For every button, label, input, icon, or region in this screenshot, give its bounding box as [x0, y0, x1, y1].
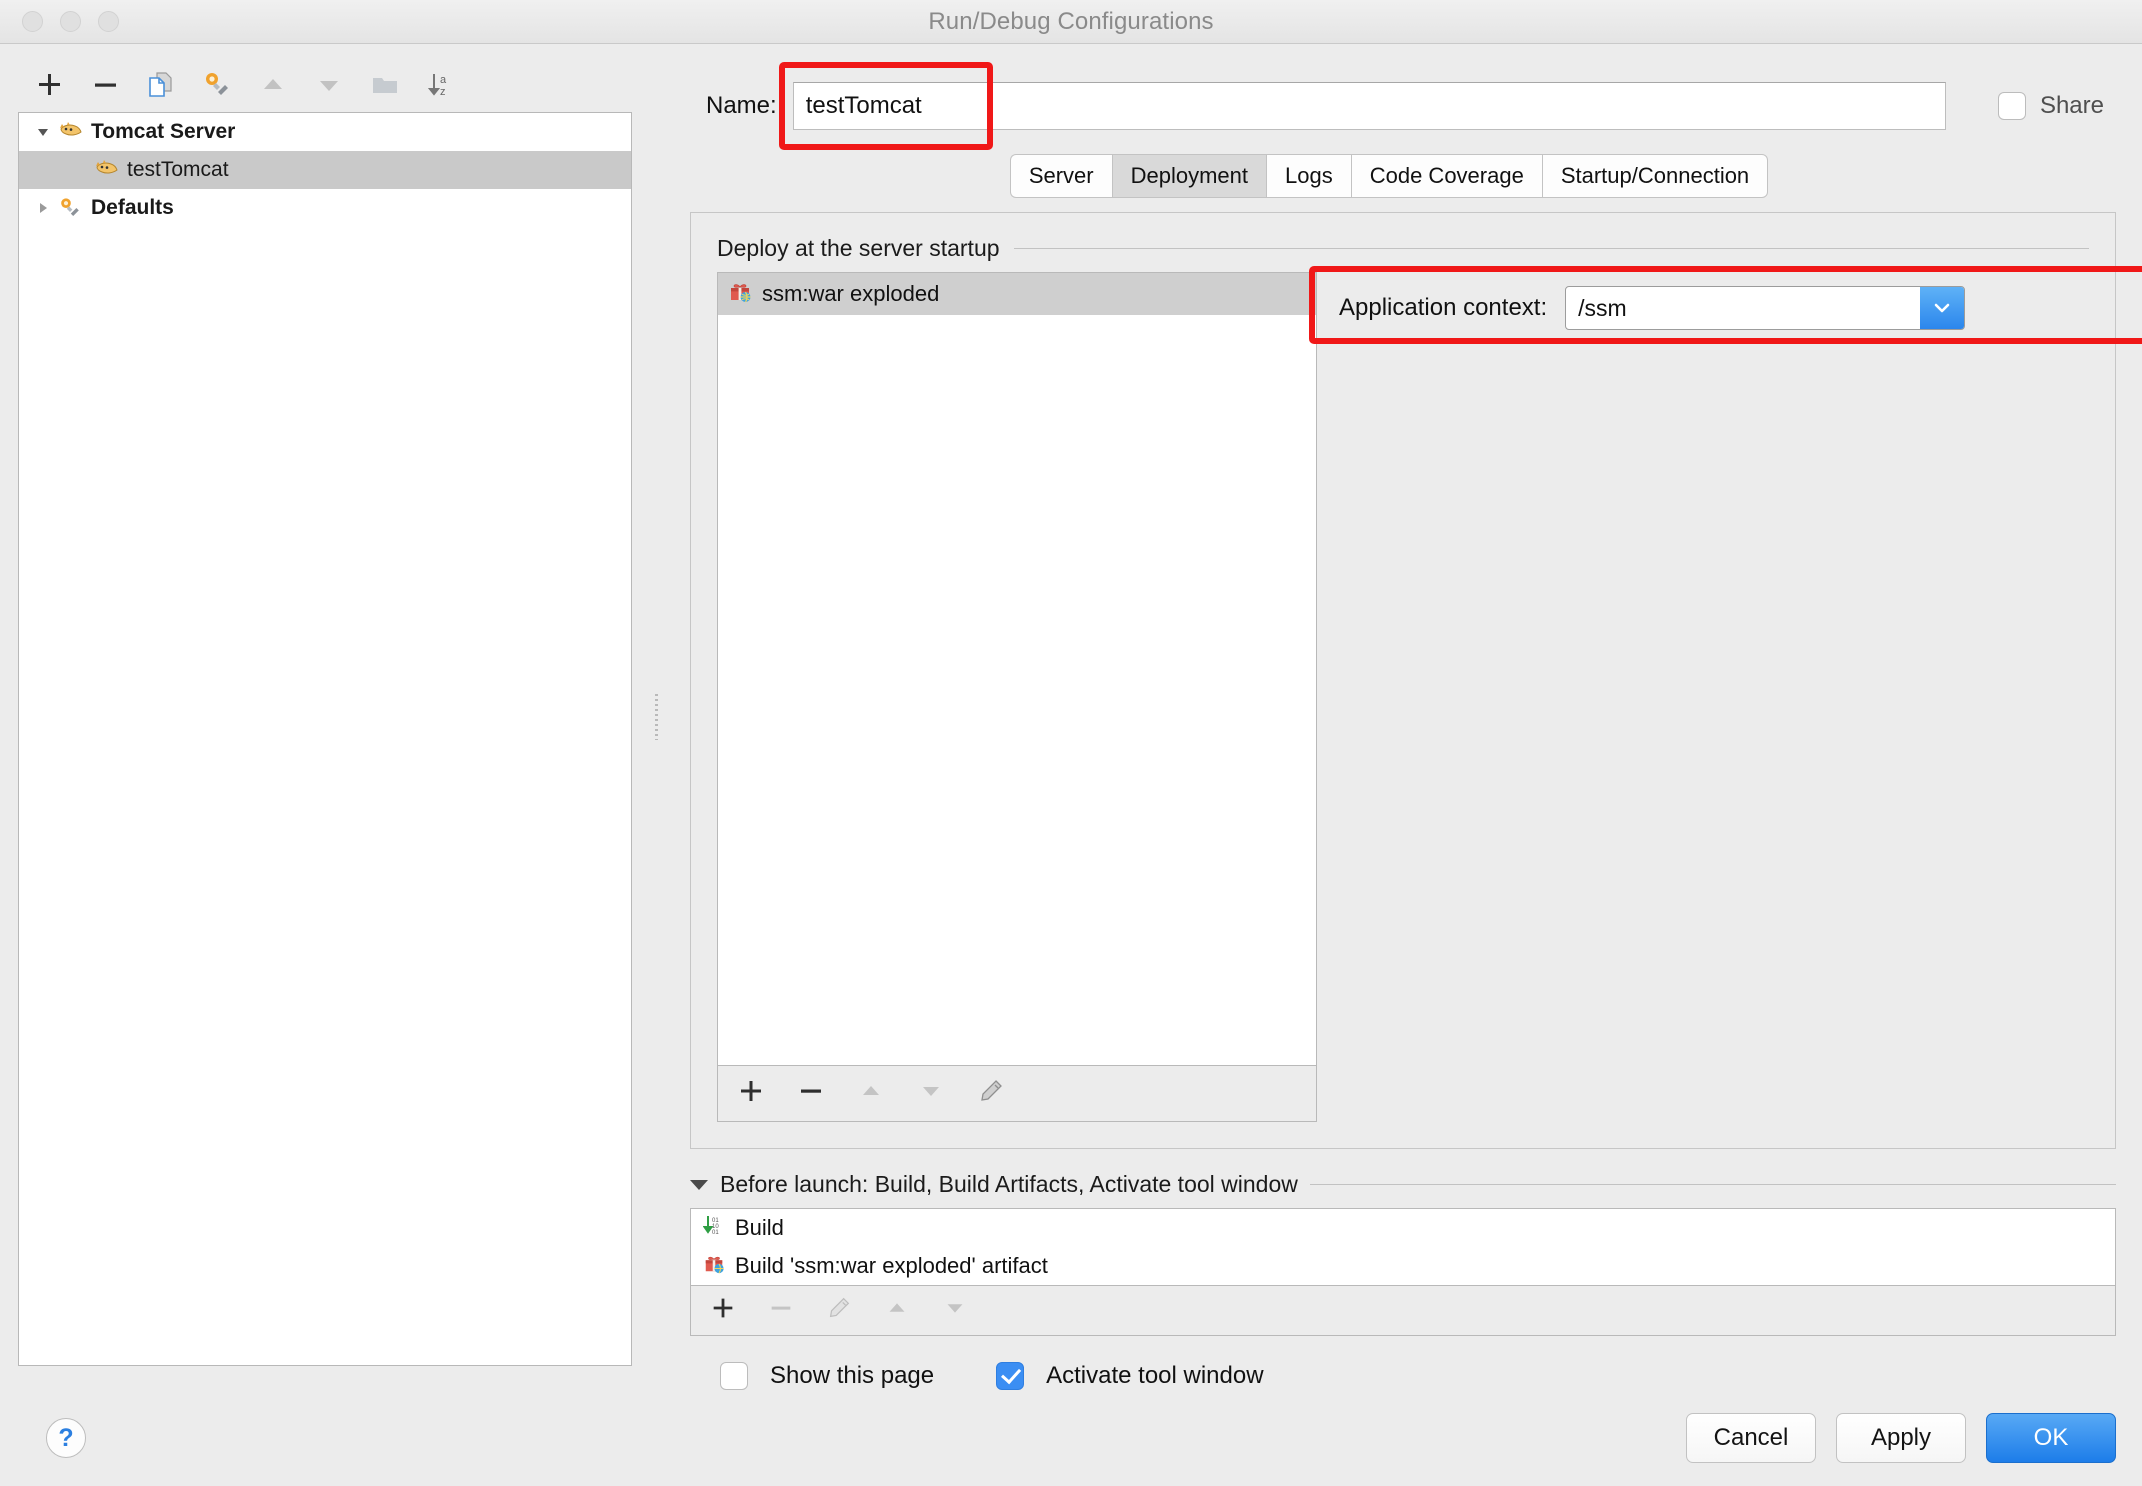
move-task-down-button[interactable] — [941, 1294, 969, 1327]
before-launch-section: Before launch: Build, Build Artifacts, A… — [662, 1149, 2116, 1390]
tree-node-testtomcat[interactable]: testTomcat — [19, 151, 631, 189]
help-button[interactable]: ? — [46, 1418, 86, 1458]
configurations-tree[interactable]: Tomcat Server testTomcat Defaults — [18, 112, 632, 1366]
sort-az-icon[interactable]: a z — [424, 68, 458, 102]
chevron-down-icon[interactable] — [29, 124, 57, 140]
edit-task-button[interactable] — [825, 1294, 853, 1327]
section-divider — [1013, 248, 2089, 249]
tab-deployment[interactable]: Deployment — [1111, 154, 1266, 198]
add-artifact-button[interactable] — [736, 1076, 766, 1111]
list-item[interactable]: ssm:war exploded — [718, 273, 1316, 315]
title-bar: Run/Debug Configurations — [0, 0, 2142, 44]
before-launch-toolbar — [690, 1286, 2116, 1336]
remove-configuration-button[interactable] — [88, 68, 122, 102]
edit-artifact-button[interactable] — [976, 1076, 1006, 1111]
panel-splitter[interactable] — [650, 44, 662, 1390]
sidebar-toolbar: a z — [18, 58, 632, 112]
cancel-button[interactable]: Cancel — [1686, 1413, 1816, 1463]
configuration-editor: Name: testTomcat Share Server Deployment… — [662, 44, 2142, 1390]
remove-artifact-button[interactable] — [796, 1076, 826, 1111]
share-checkbox[interactable] — [1997, 92, 2026, 120]
activate-tool-window-label: Activate tool window — [1046, 1362, 1264, 1389]
run-debug-configurations-dialog: Run/Debug Configurations a z Tomcat Serv… — [0, 0, 2142, 1486]
wrench-icon[interactable] — [200, 68, 234, 102]
chevron-right-icon[interactable] — [29, 200, 57, 216]
share-option[interactable]: Share — [1997, 92, 2104, 120]
move-artifact-down-button[interactable] — [916, 1076, 946, 1111]
artifact-icon — [703, 1252, 725, 1280]
artifact-list-wrapper: ssm:war exploded — [717, 272, 1317, 1122]
list-item[interactable]: Build 'ssm:war exploded' artifact — [691, 1247, 2115, 1285]
ok-button[interactable]: OK — [1986, 1413, 2116, 1463]
tab-logs[interactable]: Logs — [1266, 154, 1351, 198]
configurations-sidebar: a z Tomcat Server testTomcat Defaults — [0, 44, 650, 1390]
artifact-list-toolbar — [717, 1066, 1317, 1122]
move-artifact-up-button[interactable] — [856, 1076, 886, 1111]
task-label: Build — [735, 1215, 784, 1240]
deployment-panel: Deploy at the server startup ssm:war exp… — [690, 212, 2142, 1149]
move-task-up-button[interactable] — [883, 1294, 911, 1327]
before-launch-list[interactable]: 01 10 01 Build Build 'ssm:war exploded' … — [690, 1208, 2116, 1286]
launch-options-row: Show this page Activate tool window — [690, 1336, 2116, 1390]
wrench-icon — [57, 196, 83, 220]
deploy-section-title: Deploy at the server startup — [717, 235, 1000, 261]
copy-icon[interactable] — [144, 68, 178, 102]
name-row: Name: testTomcat Share — [662, 44, 2116, 154]
tree-node-tomcat-server[interactable]: Tomcat Server — [19, 113, 631, 151]
editor-tabs: Server Deployment Logs Code Coverage Sta… — [1009, 154, 1769, 198]
tree-node-defaults[interactable]: Defaults — [19, 189, 631, 227]
activate-tool-window-checkbox[interactable] — [996, 1362, 1025, 1390]
folder-icon[interactable] — [368, 68, 402, 102]
artifact-label: ssm:war exploded — [762, 281, 940, 306]
apply-button[interactable]: Apply — [1836, 1413, 1966, 1463]
application-context-row: Application context: /ssm — [1339, 272, 2089, 330]
tree-node-label: Tomcat Server — [91, 120, 236, 143]
list-item[interactable]: 01 10 01 Build — [691, 1209, 2115, 1247]
tab-startup-connection[interactable]: Startup/Connection — [1541, 154, 1769, 198]
dialog-footer: ? Cancel Apply OK — [0, 1390, 2142, 1486]
move-up-button[interactable] — [256, 68, 290, 102]
before-launch-header[interactable]: Before launch: Build, Build Artifacts, A… — [690, 1171, 2116, 1198]
tomcat-icon — [57, 120, 83, 144]
application-context-input[interactable]: /ssm — [1566, 287, 1920, 329]
svg-text:01: 01 — [712, 1230, 719, 1236]
svg-text:z: z — [440, 86, 446, 98]
task-label: Build 'ssm:war exploded' artifact — [735, 1253, 1048, 1278]
window-title: Run/Debug Configurations — [928, 7, 1214, 35]
name-label: Name: — [706, 92, 777, 119]
tree-node-label: testTomcat — [127, 158, 229, 181]
artifact-list[interactable]: ssm:war exploded — [717, 272, 1317, 1066]
share-label: Share — [2039, 92, 2104, 119]
name-input[interactable]: testTomcat — [792, 82, 1946, 130]
remove-task-button[interactable] — [767, 1294, 795, 1327]
before-launch-title: Before launch: Build, Build Artifacts, A… — [720, 1171, 1298, 1197]
deploy-area: ssm:war exploded Application context: /s… — [691, 266, 2142, 1148]
artifact-icon — [728, 279, 752, 309]
tomcat-icon — [93, 158, 119, 182]
splitter-grip[interactable] — [654, 694, 658, 740]
application-context-combobox[interactable]: /ssm — [1565, 286, 1966, 330]
deploy-section-header: Deploy at the server startup — [691, 213, 2115, 272]
tab-code-coverage[interactable]: Code Coverage — [1350, 154, 1542, 198]
application-context-label: Application context: — [1339, 294, 1548, 321]
footer-buttons: Cancel Apply OK — [1686, 1413, 2116, 1463]
name-field-wrapper: testTomcat — [778, 62, 1946, 150]
move-down-button[interactable] — [312, 68, 346, 102]
tree-node-label: Defaults — [91, 196, 174, 219]
svg-text:a: a — [440, 74, 447, 86]
dialog-body: a z Tomcat Server testTomcat Defaults Na… — [0, 44, 2142, 1390]
show-this-page-label: Show this page — [770, 1362, 935, 1389]
section-divider — [1309, 1184, 2116, 1185]
chevron-down-icon[interactable] — [690, 1179, 708, 1190]
chevron-down-icon[interactable] — [1920, 287, 1965, 329]
application-context-pane: Application context: /ssm — [1309, 266, 2142, 1122]
tab-server[interactable]: Server — [1009, 154, 1112, 198]
show-this-page-checkbox[interactable] — [720, 1362, 748, 1390]
tabs-row: Server Deployment Logs Code Coverage Sta… — [662, 154, 2116, 204]
add-configuration-button[interactable] — [32, 68, 66, 102]
compile-icon: 01 10 01 — [702, 1214, 725, 1242]
add-task-button[interactable] — [709, 1294, 737, 1327]
